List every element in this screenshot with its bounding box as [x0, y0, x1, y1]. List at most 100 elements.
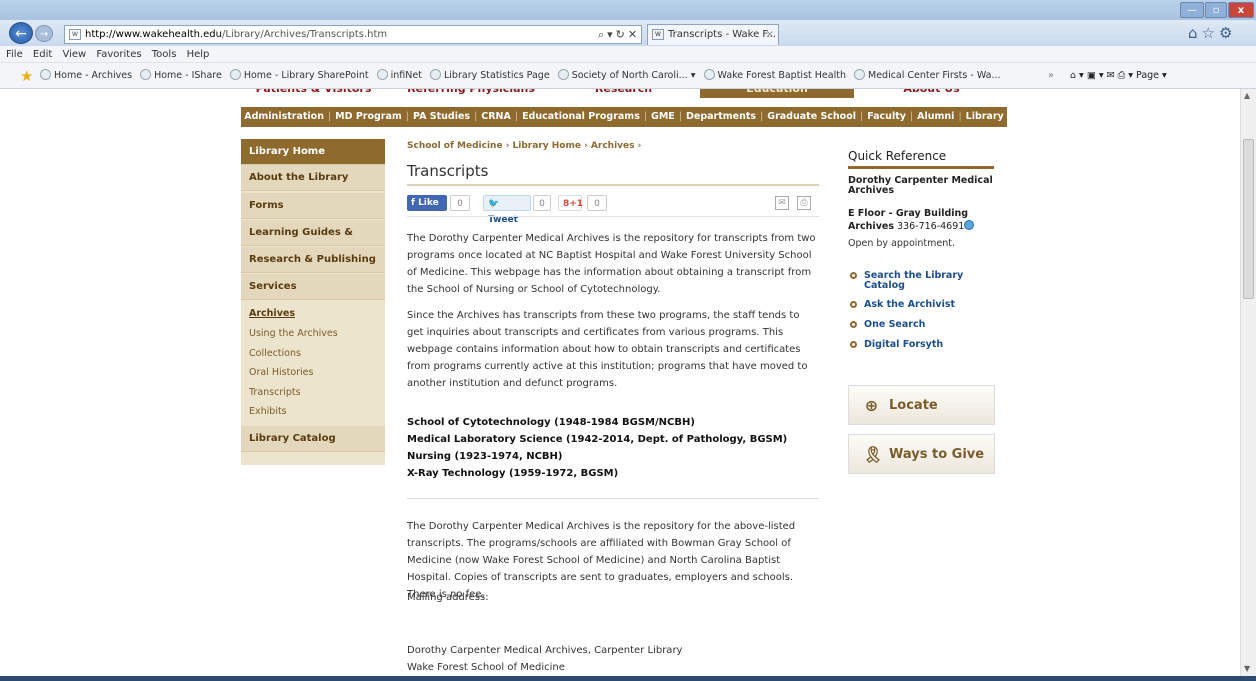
page-viewport: Patients & Visitors Referring Physicians… — [0, 89, 1240, 676]
favorite-item[interactable]: Library Statistics Page — [430, 69, 550, 81]
topnav-about[interactable]: About Us — [856, 89, 1007, 98]
quick-reference-location: E Floor - Gray Building Archives 336-716… — [848, 207, 998, 233]
menu-edit[interactable]: Edit — [33, 49, 52, 60]
sidebar-about-library[interactable]: About the Library — [241, 165, 385, 191]
sidebar-library-catalog[interactable]: Library Catalog — [241, 426, 385, 452]
sidebar-collections[interactable]: Collections — [249, 348, 301, 359]
topnav-patients[interactable]: Patients & Visitors — [241, 89, 386, 98]
favorite-site-icon — [854, 69, 865, 80]
favorite-item[interactable]: Home - Archives — [40, 69, 132, 81]
back-arrow-icon[interactable]: ← — [9, 22, 33, 44]
ways-to-give-button[interactable]: 🎗 Ways to Give — [848, 434, 995, 474]
chevron-more-icon[interactable]: » — [1048, 63, 1054, 88]
sidebar-archives[interactable]: Archives — [249, 308, 295, 319]
menu-favorites[interactable]: Favorites — [96, 49, 141, 60]
subnav-pa-studies[interactable]: PA Studies — [413, 111, 470, 122]
command-bar[interactable]: ⌂ ▾ ▣ ▾ ✉ ⎙ ▾ Page ▾ — [1070, 63, 1167, 88]
tab-close-icon[interactable]: × — [766, 25, 774, 45]
favorite-item[interactable]: infiNet — [376, 69, 422, 81]
scroll-down-icon[interactable]: ▼ — [1244, 664, 1250, 673]
program-item-medical-lab-science: Medical Laboratory Science (1942-2014, D… — [407, 434, 788, 445]
minimize-icon[interactable]: — — [1180, 2, 1204, 18]
search-refresh-stop-icons[interactable]: ⌕▾↻✕ — [598, 26, 640, 43]
plus-search-icon: ⊕ — [864, 396, 879, 415]
address-bar[interactable]: Whttp://www.wakehealth.edu/Library/Archi… — [64, 25, 642, 44]
topnav-referring[interactable]: Referring Physicians — [396, 89, 546, 98]
program-item-xray: X-Ray Technology (1959-1972, BGSM) — [407, 468, 619, 479]
site-sub-nav: Administration | MD Program | PA Studies | CRN… — [241, 107, 1007, 127]
tab-favicon-icon: W — [652, 29, 664, 40]
sidebar-using-archives[interactable]: Using the Archives — [249, 328, 338, 339]
sidebar-transcripts[interactable]: Transcripts — [249, 387, 301, 398]
browser-tab[interactable]: W Transcripts - Wake F... × — [647, 24, 779, 45]
quick-reference-hours: Open by appointment. — [848, 238, 956, 249]
forward-arrow-icon[interactable]: → — [35, 25, 53, 42]
subnav-faculty[interactable]: Faculty — [867, 111, 906, 122]
scroll-thumb[interactable] — [1243, 139, 1254, 299]
menu-tools[interactable]: Tools — [152, 49, 177, 60]
home-favorites-settings-icons[interactable]: ⌂☆⚙ — [1188, 24, 1236, 42]
subnav-library[interactable]: Library — [966, 111, 1004, 122]
menu-file[interactable]: File — [6, 49, 23, 60]
link-search-catalog[interactable]: Search the Library Catalog — [850, 271, 1000, 291]
google-plus-count: 0 — [587, 195, 607, 211]
favorite-site-icon — [40, 69, 51, 80]
subnav-gme[interactable]: GME — [651, 111, 675, 122]
topnav-research[interactable]: Research — [551, 89, 696, 98]
phone-call-icon[interactable] — [964, 220, 975, 230]
bullet-icon — [850, 272, 857, 279]
archives-phone: 336-716-4691 — [897, 221, 965, 232]
favorite-item[interactable]: Wake Forest Baptist Health — [703, 69, 846, 81]
subnav-alumni[interactable]: Alumni — [917, 111, 954, 122]
subnav-educational-programs[interactable]: Educational Programs — [522, 111, 640, 122]
mailing-label: Mailing address: — [407, 592, 489, 603]
subnav-graduate-school[interactable]: Graduate School — [767, 111, 856, 122]
sidebar-library-home[interactable]: Library Home — [241, 139, 385, 165]
favorite-site-icon — [376, 69, 388, 80]
menu-view[interactable]: View — [62, 49, 86, 60]
email-page-icon[interactable]: ✉ — [775, 196, 789, 210]
google-plus-button[interactable]: 8+1 — [558, 195, 583, 211]
link-one-search[interactable]: One Search — [850, 320, 1000, 330]
sidebar-exhibits[interactable]: Exhibits — [249, 406, 287, 417]
bullet-icon — [850, 341, 857, 348]
intro-paragraph: The Dorothy Carpenter Medical Archives i… — [407, 233, 816, 295]
sidebar-oral-histories[interactable]: Oral Histories — [249, 367, 313, 378]
maximize-icon[interactable]: ▫ — [1205, 2, 1227, 18]
topnav-education[interactable]: Education — [700, 89, 854, 98]
scroll-up-icon[interactable]: ▲ — [1244, 91, 1250, 100]
link-ask-archivist[interactable]: Ask the Archivist — [850, 300, 1000, 310]
library-sidebar: Library Home About the Library Forms Lea… — [241, 139, 385, 465]
menu-help[interactable]: Help — [187, 49, 210, 60]
url-path: /Library/Archives/Transcripts.htm — [222, 29, 388, 40]
locate-faculty-button[interactable]: ⊕Locate Faculty — [848, 385, 995, 453]
favorite-item[interactable]: Society of North Caroli... ▾ — [557, 69, 696, 81]
subnav-administration[interactable]: Administration — [244, 111, 324, 122]
page-menu[interactable]: Page ▾ — [1136, 70, 1167, 81]
favorite-item[interactable]: Home - Library SharePoint — [229, 69, 369, 81]
tweet-button[interactable]: 🐦 Tweet — [483, 195, 531, 225]
subnav-crna[interactable]: CRNA — [481, 111, 511, 122]
menu-bar: File Edit View Favorites Tools Help — [0, 46, 1256, 63]
breadcrumb[interactable]: School of Medicine › Library Home › Arch… — [407, 141, 641, 151]
facebook-like-button[interactable]: f Like — [407, 195, 447, 211]
content-divider — [407, 498, 819, 499]
close-icon[interactable]: x — [1228, 2, 1254, 18]
sidebar-learning-guides[interactable]: Learning Guides & Tools — [241, 220, 385, 264]
subnav-departments[interactable]: Departments — [686, 111, 756, 122]
sidebar-services[interactable]: Services — [241, 274, 385, 300]
favorite-item[interactable]: Home - IShare — [140, 69, 222, 81]
subnav-md-program[interactable]: MD Program — [335, 111, 402, 122]
page-scrollbar[interactable]: ▲ ▼ — [1240, 89, 1256, 676]
link-digital-forsyth[interactable]: Digital Forsyth — [850, 340, 1000, 350]
print-page-icon[interactable]: ⎙ — [797, 196, 811, 210]
favorite-item[interactable]: Medical Center Firsts - Wa... — [854, 69, 1000, 81]
sidebar-research-publishing[interactable]: Research & Publishing — [241, 247, 385, 273]
site-favicon-icon: W — [69, 29, 81, 40]
favorite-site-icon — [229, 69, 241, 80]
favorites-star-icon[interactable]: ★ — [20, 68, 36, 84]
social-divider — [407, 216, 819, 217]
sidebar-forms[interactable]: Forms — [241, 193, 385, 219]
program-item-cytotechnology: School of Cytotechnology (1948-1984 BGSM… — [407, 417, 695, 428]
favorites-bar: ★ Home - Archives Home - IShare Home - L… — [0, 63, 1256, 89]
